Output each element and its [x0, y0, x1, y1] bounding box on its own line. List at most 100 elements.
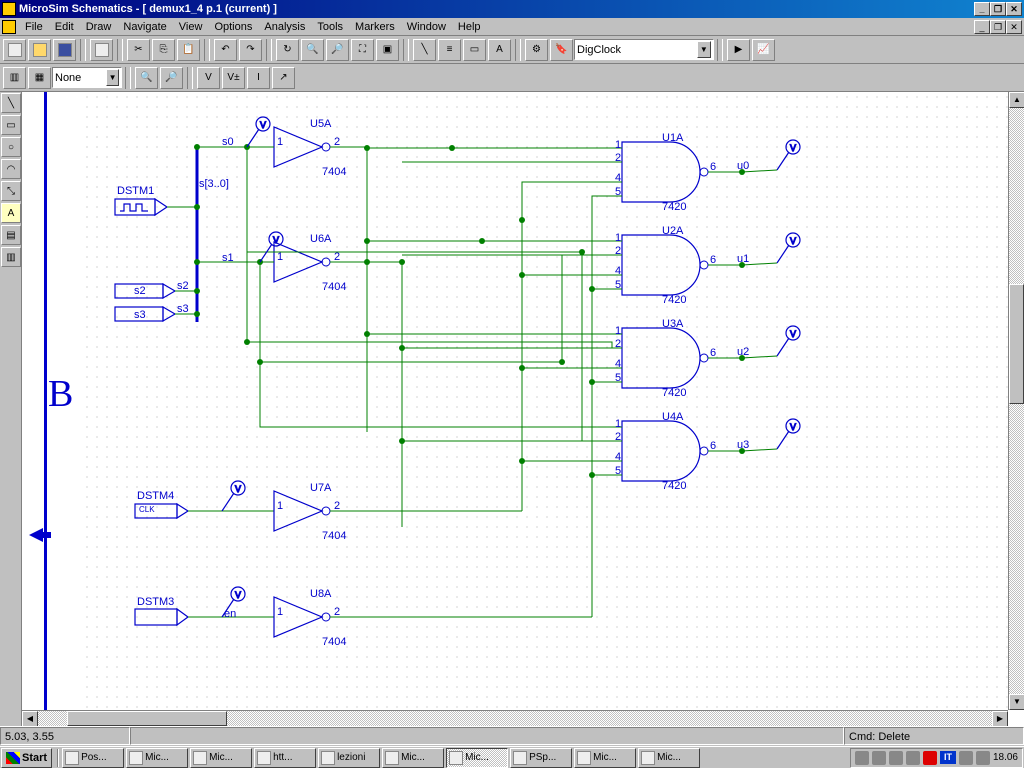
- zoom-in-button[interactable]: 🔍: [301, 39, 324, 61]
- menu-options[interactable]: Options: [208, 20, 258, 34]
- task-button-6[interactable]: Mic...: [446, 748, 508, 768]
- scroll-down-button[interactable]: ▼: [1009, 694, 1024, 710]
- part-name-input[interactable]: [577, 44, 695, 56]
- tray-icon-6[interactable]: [976, 751, 990, 765]
- separator: [403, 39, 409, 61]
- current-marker-button[interactable]: I: [247, 67, 270, 89]
- label-u3a-part: 7420: [662, 387, 686, 399]
- menu-analysis[interactable]: Analysis: [258, 20, 311, 34]
- task-button-4[interactable]: lezioni: [318, 748, 380, 768]
- task-button-2[interactable]: Mic...: [190, 748, 252, 768]
- maximize-button[interactable]: ❐: [990, 2, 1006, 16]
- circle-tool[interactable]: ○: [1, 137, 21, 157]
- system-tray: IT 18.06: [850, 748, 1023, 768]
- tray-icon-4[interactable]: [906, 751, 920, 765]
- marker-combo[interactable]: ▼: [52, 67, 122, 88]
- scroll-left-button[interactable]: ◀: [22, 711, 38, 726]
- svg-text:V: V: [235, 590, 241, 600]
- scroll-thumb[interactable]: [1009, 284, 1024, 404]
- menu-file[interactable]: File: [19, 20, 49, 34]
- menu-draw[interactable]: Draw: [80, 20, 118, 34]
- part-name-combo[interactable]: ▼: [574, 39, 714, 60]
- scroll-right-button[interactable]: ▶: [992, 711, 1008, 726]
- rect-tool[interactable]: ▭: [1, 115, 21, 135]
- copy-button[interactable]: ⎘: [152, 39, 175, 61]
- open-button[interactable]: [28, 39, 51, 61]
- tray-icon-1[interactable]: [855, 751, 869, 765]
- marker-tool-1[interactable]: ▥: [3, 67, 26, 89]
- mdi-maximize-button[interactable]: ❐: [990, 20, 1006, 34]
- scrollbar-vertical[interactable]: ▲ ▼: [1008, 92, 1024, 710]
- draw-text-button[interactable]: A: [488, 39, 511, 61]
- save-button[interactable]: [53, 39, 76, 61]
- label-u6a-pin2: 2: [334, 251, 340, 263]
- task-button-9[interactable]: Mic...: [638, 748, 700, 768]
- get-part-button[interactable]: ⚙: [525, 39, 548, 61]
- marker-tool-3[interactable]: 🔍: [135, 67, 158, 89]
- zoom-area-button[interactable]: ⛶: [351, 39, 374, 61]
- setup-analysis-button[interactable]: 📈: [752, 39, 775, 61]
- redraw-button[interactable]: ↻: [276, 39, 299, 61]
- menu-window[interactable]: Window: [401, 20, 452, 34]
- part-browse-button[interactable]: 🔖: [550, 39, 573, 61]
- language-indicator[interactable]: IT: [940, 751, 956, 764]
- scroll-thumb-h[interactable]: [67, 711, 227, 726]
- menu-markers[interactable]: Markers: [349, 20, 401, 34]
- zoom-fit-button[interactable]: ▣: [376, 39, 399, 61]
- marker-tool-2[interactable]: ▦: [28, 67, 51, 89]
- task-button-7[interactable]: PSp...: [510, 748, 572, 768]
- draw-block-button[interactable]: ▭: [463, 39, 486, 61]
- mdi-close-button[interactable]: ✕: [1006, 20, 1022, 34]
- menu-navigate[interactable]: Navigate: [117, 20, 172, 34]
- next-tool[interactable]: ▥: [1, 247, 21, 267]
- marker-tool-4[interactable]: 🔎: [160, 67, 183, 89]
- tray-icon-5[interactable]: [959, 751, 973, 765]
- marker-combo-dropdown[interactable]: ▼: [106, 69, 119, 86]
- minimize-button[interactable]: _: [974, 2, 990, 16]
- scroll-up-button[interactable]: ▲: [1009, 92, 1024, 108]
- schematic-canvas[interactable]: V V V V V V V V DSTM1 s0 s1 s[3..0] s2 s…: [82, 92, 1008, 710]
- task-button-5[interactable]: Mic...: [382, 748, 444, 768]
- start-button[interactable]: Start: [1, 748, 52, 768]
- text-tool[interactable]: A: [1, 203, 21, 223]
- menu-help[interactable]: Help: [452, 20, 487, 34]
- mdi-minimize-button[interactable]: _: [974, 20, 990, 34]
- close-button[interactable]: ✕: [1006, 2, 1022, 16]
- menu-view[interactable]: View: [173, 20, 209, 34]
- canvas-area[interactable]: B: [22, 92, 1024, 726]
- tray-icon-2[interactable]: [872, 751, 886, 765]
- task-button-1[interactable]: Mic...: [126, 748, 188, 768]
- cut-button[interactable]: ✂: [127, 39, 150, 61]
- scrollbar-horizontal[interactable]: ◀ ▶: [22, 710, 1008, 726]
- menu-edit[interactable]: Edit: [49, 20, 80, 34]
- task-button-8[interactable]: Mic...: [574, 748, 636, 768]
- polyline-tool[interactable]: ⤡: [1, 181, 21, 201]
- scroll-track[interactable]: [1009, 108, 1024, 694]
- new-button[interactable]: [3, 39, 26, 61]
- scroll-track-h[interactable]: [38, 711, 992, 726]
- arc-tool[interactable]: ◠: [1, 159, 21, 179]
- draw-wire-button[interactable]: ╲: [413, 39, 436, 61]
- label-dstm4: DSTM4: [137, 490, 174, 502]
- task-button-0[interactable]: Pos...: [62, 748, 124, 768]
- insert-pic-tool[interactable]: ▤: [1, 225, 21, 245]
- paste-button[interactable]: 📋: [177, 39, 200, 61]
- tray-icon-3[interactable]: [889, 751, 903, 765]
- titlebar: MicroSim Schematics - [ demux1_4 p.1 (cu…: [0, 0, 1024, 18]
- part-combo-dropdown[interactable]: ▼: [697, 41, 711, 58]
- menu-tools[interactable]: Tools: [311, 20, 349, 34]
- line-tool[interactable]: ╲: [1, 93, 21, 113]
- vdiff-marker-button[interactable]: V±: [222, 67, 245, 89]
- redo-button[interactable]: ↷: [239, 39, 262, 61]
- task-label: Pos...: [81, 752, 107, 763]
- probe-marker-button[interactable]: ↗: [272, 67, 295, 89]
- marker-combo-input[interactable]: [55, 72, 104, 84]
- task-button-3[interactable]: htt...: [254, 748, 316, 768]
- voltage-marker-button[interactable]: V: [197, 67, 220, 89]
- print-button[interactable]: [90, 39, 113, 61]
- simulate-button[interactable]: ▶: [727, 39, 750, 61]
- undo-button[interactable]: ↶: [214, 39, 237, 61]
- tray-ati-icon[interactable]: [923, 751, 937, 765]
- draw-bus-button[interactable]: ≡: [438, 39, 461, 61]
- zoom-out-button[interactable]: 🔎: [326, 39, 349, 61]
